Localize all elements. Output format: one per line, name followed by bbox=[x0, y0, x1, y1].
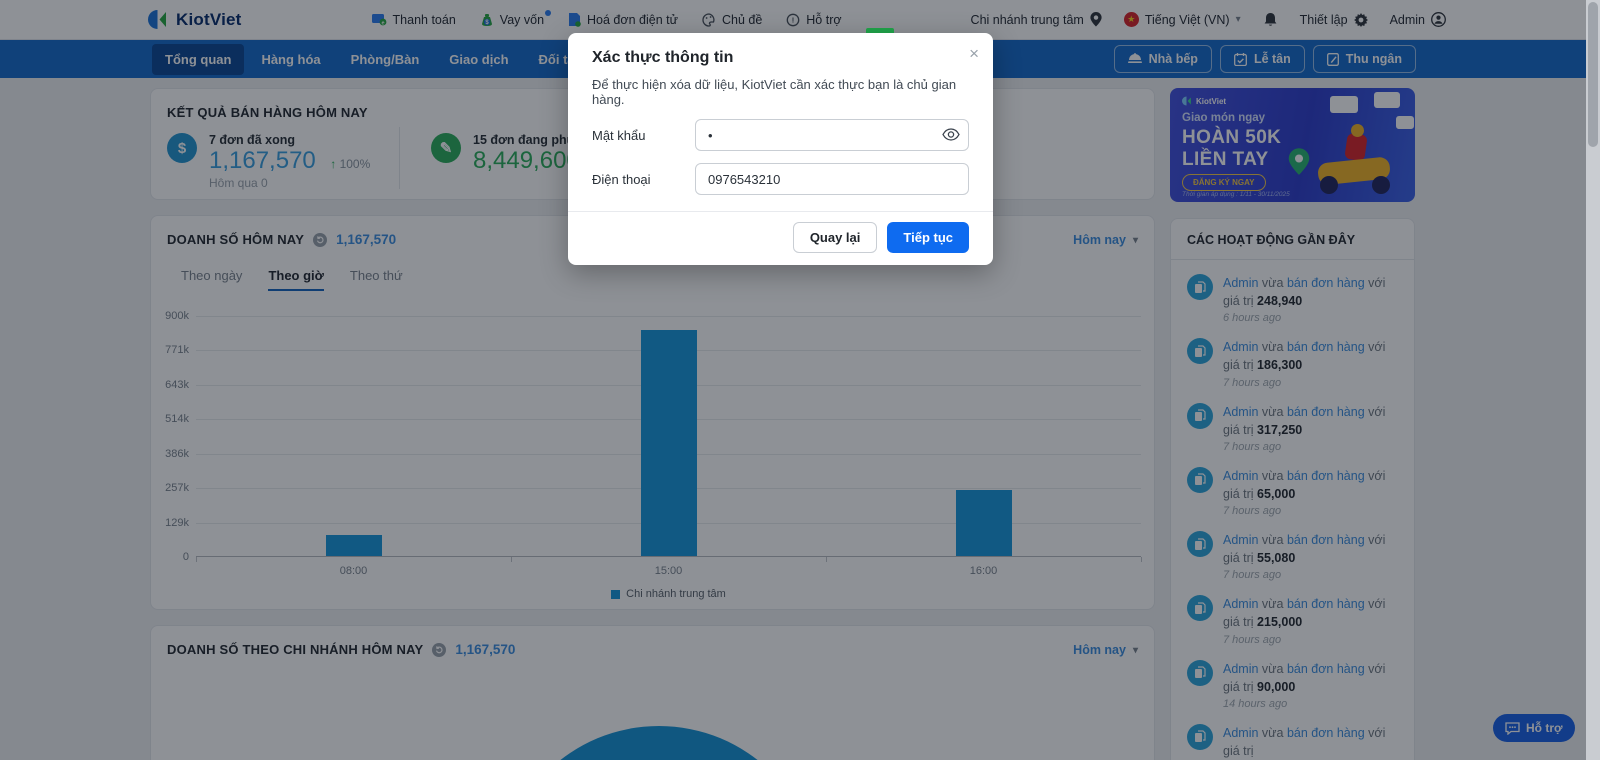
scrollbar-thumb[interactable] bbox=[1588, 2, 1598, 147]
back-button[interactable]: Quay lại bbox=[792, 222, 878, 253]
phone-row: Điện thoại bbox=[592, 163, 969, 195]
password-input[interactable] bbox=[695, 119, 969, 151]
close-icon[interactable]: × bbox=[969, 45, 979, 62]
modal-title: Xác thực thông tin bbox=[592, 49, 734, 66]
eye-icon[interactable] bbox=[942, 127, 960, 142]
browser-scrollbar[interactable] bbox=[1586, 0, 1600, 760]
phone-label: Điện thoại bbox=[592, 171, 651, 187]
verify-info-modal: Xác thực thông tin × Để thực hiện xóa dữ… bbox=[568, 33, 993, 265]
password-row: Mật khẩu bbox=[592, 119, 969, 151]
app-viewport: KiotViet e Thanh toán $ Vay vốn Hoá đơn … bbox=[0, 0, 1600, 760]
continue-button[interactable]: Tiếp tục bbox=[887, 222, 969, 253]
phone-input[interactable] bbox=[695, 163, 969, 195]
modal-description: Để thực hiện xóa dữ liệu, KiotViet cần x… bbox=[592, 77, 957, 107]
modal-footer: Quay lại Tiếp tục bbox=[568, 211, 993, 265]
password-label: Mật khẩu bbox=[592, 127, 646, 143]
